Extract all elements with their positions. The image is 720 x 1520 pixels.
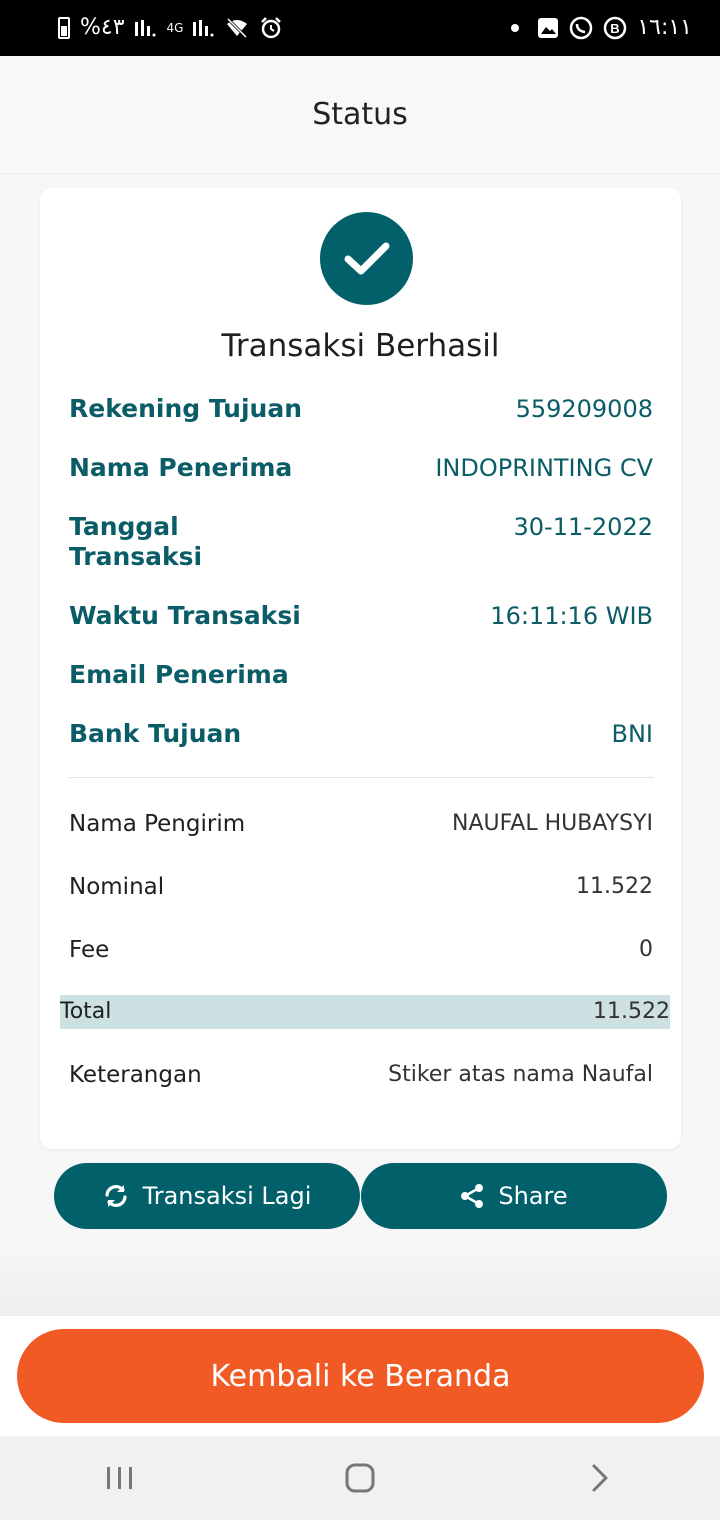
status-time: ١٦:١١ bbox=[637, 15, 692, 40]
repeat-transaction-label: Transaksi Lagi bbox=[142, 1182, 312, 1210]
detail-value: BNI bbox=[611, 720, 654, 748]
image-icon bbox=[538, 18, 559, 38]
back-to-home-button[interactable]: Kembali ke Beranda bbox=[17, 1329, 704, 1423]
chevron-right-icon bbox=[592, 1464, 608, 1492]
app-header: Status bbox=[0, 56, 720, 174]
detail-row-email: Email Penerima bbox=[69, 660, 653, 690]
note-label: Keterangan bbox=[69, 1062, 202, 1088]
share-label: Share bbox=[498, 1182, 568, 1210]
business-icon: B bbox=[604, 16, 627, 40]
detail-label: Rekening Tujuan bbox=[69, 394, 303, 423]
system-nav-bar bbox=[0, 1436, 720, 1520]
whatsapp-icon bbox=[570, 16, 593, 40]
svg-text:B: B bbox=[611, 21, 620, 36]
network-type: 4G bbox=[166, 20, 184, 35]
signal-icon-2 bbox=[193, 20, 214, 37]
detail-value: 16:11:16 WIB bbox=[490, 602, 653, 630]
battery-percent: %٤٣ bbox=[80, 15, 125, 40]
detail-row-bank: Bank Tujuan BNI bbox=[69, 719, 653, 749]
summary-row-pengirim: Nama Pengirim NAUFAL HUBAYSYI bbox=[69, 809, 653, 839]
summary-label: Nominal bbox=[69, 874, 165, 900]
summary-row-fee: Fee 0 bbox=[69, 935, 653, 965]
status-bar: %٤٣ 4G B ١٦:١١ bbox=[0, 0, 720, 56]
detail-value: 559209008 bbox=[515, 395, 653, 423]
status-bar-left: %٤٣ 4G bbox=[58, 16, 283, 40]
page-title: Status bbox=[312, 97, 408, 132]
detail-label: Email Penerima bbox=[69, 660, 289, 689]
detail-value: 30-11-2022 bbox=[513, 513, 653, 541]
detail-label: Waktu Transaksi bbox=[69, 601, 301, 630]
share-icon bbox=[460, 1183, 484, 1209]
note-value: Stiker atas nama Naufal bbox=[388, 1062, 653, 1087]
repeat-transaction-button[interactable]: Transaksi Lagi bbox=[54, 1163, 360, 1229]
content-fade bbox=[0, 1240, 720, 1316]
status-bar-right: B ١٦:١١ bbox=[511, 16, 692, 40]
summary-label: Nama Pengirim bbox=[69, 811, 246, 837]
check-icon bbox=[344, 242, 389, 274]
receipt-card: Transaksi Berhasil Rekening Tujuan 55920… bbox=[40, 188, 681, 1149]
total-value: 11.522 bbox=[593, 999, 670, 1024]
home-nav-button[interactable] bbox=[320, 1448, 400, 1508]
share-button[interactable]: Share bbox=[361, 1163, 667, 1229]
divider bbox=[68, 777, 654, 778]
battery-icon bbox=[58, 17, 70, 39]
summary-row-nominal: Nominal 11.522 bbox=[69, 872, 653, 902]
recent-apps-button[interactable] bbox=[80, 1448, 160, 1508]
summary-value: NAUFAL HUBAYSYI bbox=[452, 811, 653, 836]
back-nav-button[interactable] bbox=[560, 1448, 640, 1508]
summary-value: 11.522 bbox=[576, 874, 653, 899]
refresh-icon bbox=[103, 1183, 129, 1209]
detail-value: INDOPRINTING CV bbox=[435, 454, 653, 482]
detail-row-waktu: Waktu Transaksi 16:11:16 WIB bbox=[69, 601, 653, 631]
detail-row-tanggal: Tanggal Transaksi 30-11-2022 bbox=[69, 512, 653, 572]
total-row: Total 11.522 bbox=[60, 995, 670, 1029]
detail-label: Nama Penerima bbox=[69, 453, 293, 482]
summary-label: Fee bbox=[69, 937, 110, 963]
signal-icon bbox=[134, 20, 156, 37]
alarm-icon bbox=[261, 17, 282, 39]
detail-label: Bank Tujuan bbox=[69, 719, 242, 748]
success-badge bbox=[320, 212, 413, 305]
home-icon bbox=[345, 1463, 375, 1493]
wifi-off-icon bbox=[227, 18, 248, 38]
total-label: Total bbox=[60, 999, 112, 1024]
success-title: Transaksi Berhasil bbox=[221, 328, 500, 364]
detail-label: Tanggal Transaksi bbox=[69, 512, 203, 571]
summary-value: 0 bbox=[639, 937, 653, 962]
detail-row-nama-penerima: Nama Penerima INDOPRINTING CV bbox=[69, 453, 653, 483]
notification-dot-icon bbox=[511, 24, 520, 32]
recent-apps-icon bbox=[107, 1467, 132, 1489]
note-row: Keterangan Stiker atas nama Naufal bbox=[69, 1060, 653, 1090]
detail-row-rekening: Rekening Tujuan 559209008 bbox=[69, 394, 653, 424]
